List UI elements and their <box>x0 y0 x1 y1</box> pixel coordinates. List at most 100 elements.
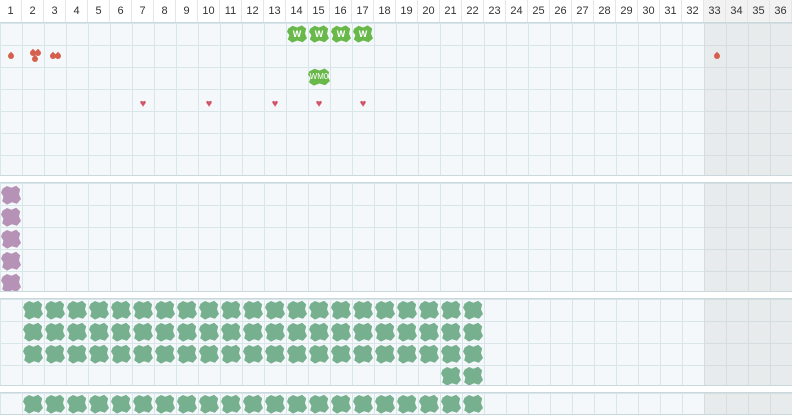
purple-tile-icon[interactable] <box>1 229 21 249</box>
teal-tile-icon[interactable] <box>375 322 395 342</box>
teal-tile-icon[interactable] <box>463 366 483 385</box>
teal-tile-icon[interactable] <box>45 344 65 364</box>
teal-tile-icon[interactable] <box>67 322 87 342</box>
teal-tile-icon[interactable] <box>287 344 307 364</box>
teal-tile-icon[interactable] <box>463 322 483 342</box>
teal-tile-icon[interactable] <box>419 394 439 414</box>
teal-tile-icon[interactable] <box>23 300 43 320</box>
teal-tile-icon[interactable] <box>287 394 307 414</box>
teal-tile-icon[interactable] <box>199 322 219 342</box>
teal-tile-icon[interactable] <box>133 322 153 342</box>
teal-tile-icon[interactable] <box>309 322 329 342</box>
purple-tile-icon[interactable] <box>1 273 21 291</box>
teal-tile-icon[interactable] <box>221 300 241 320</box>
teal-tile-icon[interactable] <box>375 300 395 320</box>
wm-tile-icon[interactable]: WM0 <box>308 68 330 86</box>
teal-tile-icon[interactable] <box>441 366 461 385</box>
teal-tile-icon[interactable] <box>419 300 439 320</box>
w-tile-icon[interactable]: W <box>353 25 373 43</box>
teal-tile-icon[interactable] <box>133 394 153 414</box>
teal-tile-icon[interactable] <box>265 344 285 364</box>
teal-tile-icon[interactable] <box>67 394 87 414</box>
teal-tile-icon[interactable] <box>353 394 373 414</box>
teal-tile-icon[interactable] <box>177 322 197 342</box>
teal-tile-icon[interactable] <box>177 394 197 414</box>
teal-tile-icon[interactable] <box>111 344 131 364</box>
teal-tile-icon[interactable] <box>331 344 351 364</box>
teal-tile-icon[interactable] <box>155 344 175 364</box>
teal-tile-icon[interactable] <box>199 300 219 320</box>
teal-tile-icon[interactable] <box>287 300 307 320</box>
teal-tile-icon[interactable] <box>177 300 197 320</box>
teal-tile-icon[interactable] <box>243 322 263 342</box>
purple-tile-icon[interactable] <box>1 185 21 205</box>
teal-tile-icon[interactable] <box>67 300 87 320</box>
teal-tile-icon[interactable] <box>419 344 439 364</box>
teal-tile-icon[interactable] <box>375 394 395 414</box>
teal-tile-icon[interactable] <box>221 322 241 342</box>
teal-tile-icon[interactable] <box>89 344 109 364</box>
teal-tile-icon[interactable] <box>353 344 373 364</box>
teal-tile-icon[interactable] <box>353 322 373 342</box>
teal-tile-icon[interactable] <box>331 300 351 320</box>
teal-tile-icon[interactable] <box>45 300 65 320</box>
teal-tile-icon[interactable] <box>309 394 329 414</box>
teal-tile-icon[interactable] <box>353 300 373 320</box>
teal-tile-icon[interactable] <box>155 322 175 342</box>
teal-tile-icon[interactable] <box>89 300 109 320</box>
teal-tile-icon[interactable] <box>331 394 351 414</box>
column-number: 4 <box>66 0 88 22</box>
w-tile-icon[interactable]: W <box>287 25 307 43</box>
teal-tile-icon[interactable] <box>463 300 483 320</box>
teal-tile-icon[interactable] <box>155 394 175 414</box>
column-number: 33 <box>704 0 726 22</box>
row-band-2 <box>0 182 792 292</box>
teal-tile-icon[interactable] <box>441 300 461 320</box>
w-tile-icon[interactable]: W <box>331 25 351 43</box>
column-number: 20 <box>418 0 440 22</box>
teal-tile-icon[interactable] <box>221 344 241 364</box>
teal-tile-icon[interactable] <box>441 394 461 414</box>
purple-tile-icon[interactable] <box>1 207 21 227</box>
teal-tile-icon[interactable] <box>243 300 263 320</box>
teal-tile-icon[interactable] <box>441 344 461 364</box>
teal-tile-icon[interactable] <box>199 344 219 364</box>
teal-tile-icon[interactable] <box>177 344 197 364</box>
purple-tile-icon[interactable] <box>1 251 21 271</box>
teal-tile-icon[interactable] <box>287 322 307 342</box>
teal-tile-icon[interactable] <box>463 344 483 364</box>
teal-tile-icon[interactable] <box>23 322 43 342</box>
teal-tile-icon[interactable] <box>155 300 175 320</box>
teal-tile-icon[interactable] <box>133 300 153 320</box>
teal-tile-icon[interactable] <box>243 344 263 364</box>
teal-tile-icon[interactable] <box>419 322 439 342</box>
teal-tile-icon[interactable] <box>111 322 131 342</box>
teal-tile-icon[interactable] <box>45 322 65 342</box>
teal-tile-icon[interactable] <box>67 344 87 364</box>
teal-tile-icon[interactable] <box>463 394 483 414</box>
teal-tile-icon[interactable] <box>441 322 461 342</box>
teal-tile-icon[interactable] <box>23 344 43 364</box>
teal-tile-icon[interactable] <box>397 300 417 320</box>
teal-tile-icon[interactable] <box>221 394 241 414</box>
w-tile-icon[interactable]: W <box>309 25 329 43</box>
teal-tile-icon[interactable] <box>89 394 109 414</box>
teal-tile-icon[interactable] <box>23 394 43 414</box>
teal-tile-icon[interactable] <box>45 394 65 414</box>
teal-tile-icon[interactable] <box>199 394 219 414</box>
teal-tile-icon[interactable] <box>397 344 417 364</box>
teal-tile-icon[interactable] <box>265 300 285 320</box>
teal-tile-icon[interactable] <box>265 394 285 414</box>
teal-tile-icon[interactable] <box>111 394 131 414</box>
teal-tile-icon[interactable] <box>397 322 417 342</box>
teal-tile-icon[interactable] <box>397 394 417 414</box>
teal-tile-icon[interactable] <box>309 344 329 364</box>
teal-tile-icon[interactable] <box>331 322 351 342</box>
teal-tile-icon[interactable] <box>89 322 109 342</box>
teal-tile-icon[interactable] <box>375 344 395 364</box>
teal-tile-icon[interactable] <box>243 394 263 414</box>
teal-tile-icon[interactable] <box>309 300 329 320</box>
teal-tile-icon[interactable] <box>265 322 285 342</box>
teal-tile-icon[interactable] <box>111 300 131 320</box>
teal-tile-icon[interactable] <box>133 344 153 364</box>
